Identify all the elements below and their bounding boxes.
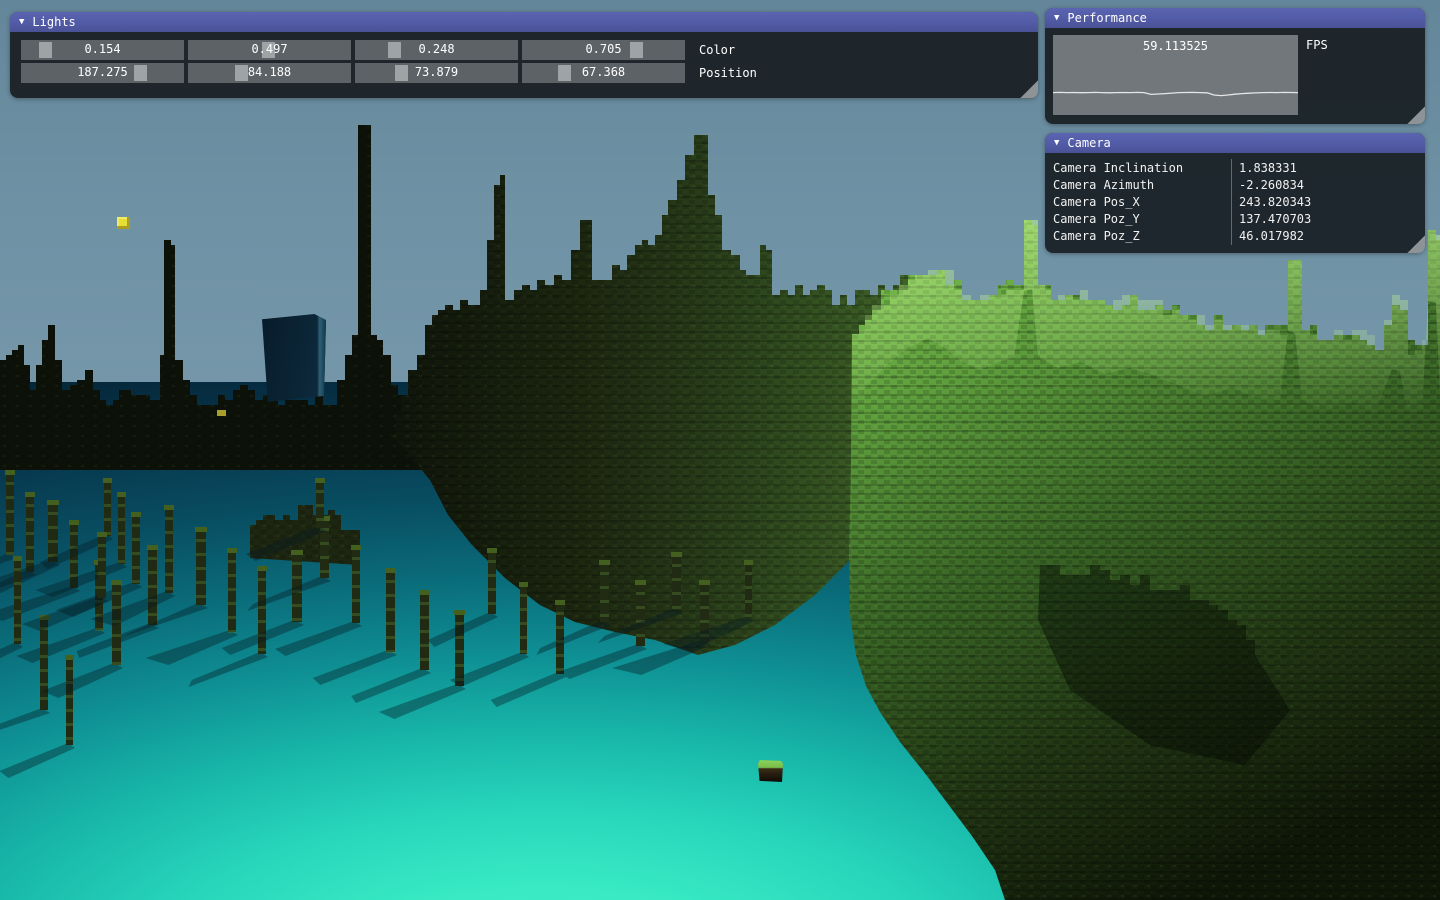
light-speck xyxy=(217,410,226,416)
performance-panel-header[interactable]: ▼ Performance xyxy=(1045,8,1425,28)
light-color-row: 0.154 0.497 0.248 0.705 Color xyxy=(21,40,1038,60)
camera-panel: ▼ Camera Camera Inclination 1.838331 Cam… xyxy=(1045,133,1425,253)
panel-title: Performance xyxy=(1067,11,1146,25)
slider-value: 73.879 xyxy=(355,65,518,79)
performance-panel: ▼ Performance 59.113525 FPS xyxy=(1045,8,1425,124)
camera-row-pos-x: Camera Pos_X 243.820343 xyxy=(1045,194,1425,211)
slider-value: 84.188 xyxy=(188,65,351,79)
camera-field-value: 137.470703 xyxy=(1230,211,1311,228)
camera-field-label: Camera Poz_Z xyxy=(1045,228,1230,245)
fps-label: FPS xyxy=(1306,38,1328,52)
camera-field-value: -2.260834 xyxy=(1230,177,1304,194)
camera-row-inclination: Camera Inclination 1.838331 xyxy=(1045,160,1425,177)
light-color-slider-2[interactable]: 0.497 xyxy=(188,40,351,60)
collapse-icon[interactable]: ▼ xyxy=(19,12,24,32)
column-divider xyxy=(1231,159,1232,245)
camera-field-value: 46.017982 xyxy=(1230,228,1304,245)
camera-row-pos-z: Camera Poz_Z 46.017982 xyxy=(1045,228,1425,245)
panel-title: Camera xyxy=(1067,136,1110,150)
camera-panel-header[interactable]: ▼ Camera xyxy=(1045,133,1425,153)
light-position-slider-4[interactable]: 67.368 xyxy=(522,63,685,83)
slider-value: 0.497 xyxy=(188,42,351,56)
fps-value: 59.113525 xyxy=(1053,39,1298,53)
slider-value: 0.248 xyxy=(355,42,518,56)
fps-graph: 59.113525 xyxy=(1053,35,1298,115)
light-position-slider-1[interactable]: 187.275 xyxy=(21,63,184,83)
camera-field-value: 243.820343 xyxy=(1230,194,1311,211)
camera-field-label: Camera Pos_X xyxy=(1045,194,1230,211)
slider-value: 67.368 xyxy=(522,65,685,79)
panel-title: Lights xyxy=(32,15,75,29)
lights-panel: ▼ Lights 0.154 0.497 0.248 0.705 Color xyxy=(10,12,1038,98)
camera-row-azimuth: Camera Azimuth -2.260834 xyxy=(1045,177,1425,194)
color-row-label: Color xyxy=(699,40,735,60)
camera-field-value: 1.838331 xyxy=(1230,160,1297,177)
light-cube-yellow xyxy=(117,217,130,229)
light-position-slider-2[interactable]: 84.188 xyxy=(188,63,351,83)
collapse-icon[interactable]: ▼ xyxy=(1054,133,1059,153)
slider-value: 187.275 xyxy=(21,65,184,79)
light-color-slider-4[interactable]: 0.705 xyxy=(522,40,685,60)
slider-value: 0.705 xyxy=(522,42,685,56)
light-color-slider-3[interactable]: 0.248 xyxy=(355,40,518,60)
camera-field-label: Camera Poz_Y xyxy=(1045,211,1230,228)
dark-portal-block xyxy=(262,314,326,402)
light-position-slider-3[interactable]: 73.879 xyxy=(355,63,518,83)
light-color-slider-1[interactable]: 0.154 xyxy=(21,40,184,60)
lights-panel-header[interactable]: ▼ Lights xyxy=(10,12,1038,32)
position-row-label: Position xyxy=(699,63,757,83)
collapse-icon[interactable]: ▼ xyxy=(1054,8,1059,28)
camera-field-label: Camera Inclination xyxy=(1045,160,1230,177)
camera-field-label: Camera Azimuth xyxy=(1045,177,1230,194)
light-position-row: 187.275 84.188 73.879 67.368 Position xyxy=(21,63,1038,83)
floating-voxel-cube xyxy=(758,760,783,782)
slider-value: 0.154 xyxy=(21,42,184,56)
resize-handle[interactable] xyxy=(1407,106,1425,124)
camera-row-pos-y: Camera Poz_Y 137.470703 xyxy=(1045,211,1425,228)
